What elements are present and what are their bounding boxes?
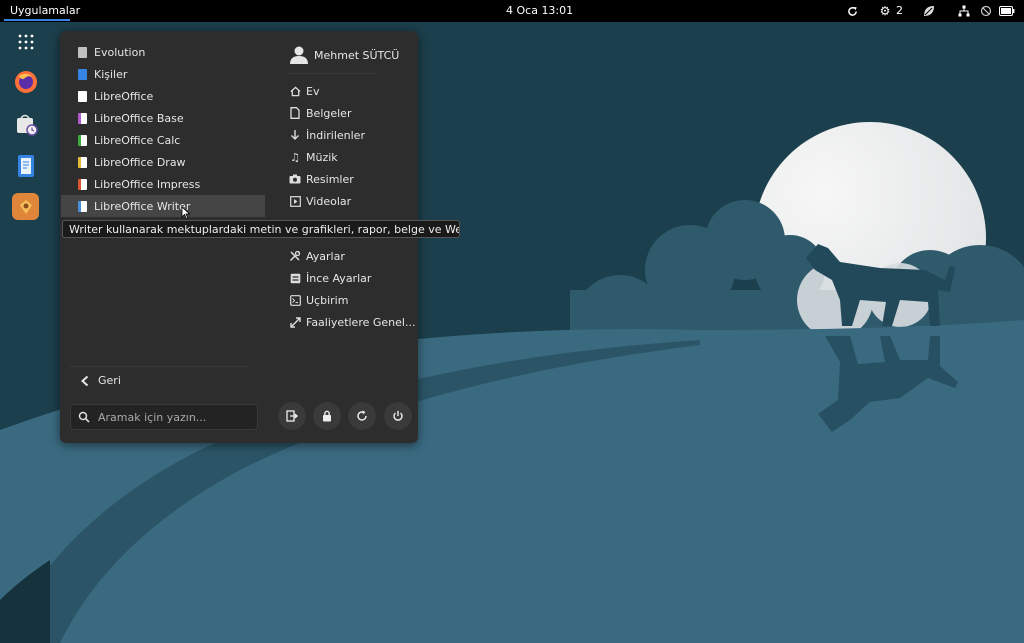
tool-label: Faaliyetlere Genel... <box>306 315 416 329</box>
firefox-icon[interactable] <box>12 68 39 95</box>
tool-terminal[interactable]: Uçbirim <box>289 289 348 311</box>
place-music[interactable]: ♫ Müzik <box>289 146 338 168</box>
tool-label: İnce Ayarlar <box>306 271 372 285</box>
logout-icon <box>286 410 298 422</box>
place-label: Müzik <box>306 150 338 164</box>
app-item-label: LibreOffice Draw <box>94 155 186 169</box>
notepad-icon[interactable] <box>12 152 39 179</box>
libreoffice-base-icon <box>78 112 87 124</box>
place-downloads[interactable]: İndirilenler <box>289 124 365 146</box>
place-pictures[interactable]: Resimler <box>289 168 354 190</box>
app-item-libreoffice-calc[interactable]: LibreOffice Calc <box>61 129 265 151</box>
search-icon <box>78 411 90 423</box>
app-description-tooltip: Writer kullanarak mektuplardaki metin ve… <box>62 220 460 238</box>
app-item-label: LibreOffice Impress <box>94 177 201 191</box>
app-item-contacts[interactable]: Kişiler <box>61 63 265 85</box>
clock[interactable]: 4 Oca 13:01 <box>506 4 573 18</box>
power-button[interactable] <box>384 402 412 430</box>
refresh-icon[interactable] <box>844 3 860 19</box>
tool-label: Ayarlar <box>306 249 345 263</box>
place-label: Belgeler <box>306 106 352 120</box>
lock-icon <box>323 410 331 422</box>
evolution-icon <box>78 46 87 58</box>
restart-icon <box>357 410 367 421</box>
user-avatar-icon <box>290 46 308 64</box>
app-item-evolution[interactable]: Evolution <box>61 41 265 63</box>
app-item-libreoffice-base[interactable]: LibreOffice Base <box>61 107 265 129</box>
app-item-label: Evolution <box>94 45 146 59</box>
search-input[interactable] <box>96 409 250 425</box>
power-icon <box>393 410 403 421</box>
grid-icon[interactable] <box>12 28 39 55</box>
divider <box>289 73 377 74</box>
libreoffice-draw-icon <box>78 156 87 168</box>
place-label: Ev <box>306 84 320 98</box>
mouse-pointer-icon <box>181 206 191 220</box>
mute-icon[interactable] <box>978 3 994 19</box>
lock-button[interactable] <box>313 402 341 430</box>
libreoffice-icon <box>78 90 87 102</box>
place-documents[interactable]: Belgeler <box>289 102 351 124</box>
music-icon: ♫ <box>290 150 300 164</box>
tool-settings[interactable]: Ayarlar <box>289 245 345 267</box>
app-item-label: Kişiler <box>94 67 128 81</box>
search-box[interactable] <box>70 404 258 430</box>
app-item-label: LibreOffice Writer <box>94 199 191 213</box>
app-item-libreoffice[interactable]: LibreOffice <box>61 85 265 107</box>
workspace-count[interactable]: 2 <box>896 4 903 18</box>
app-item-libreoffice-draw[interactable]: LibreOffice Draw <box>61 151 265 173</box>
place-label: Resimler <box>306 172 354 186</box>
dash <box>0 22 50 643</box>
restart-button[interactable] <box>348 402 376 430</box>
place-home[interactable]: Ev <box>289 80 319 102</box>
video-icon <box>289 195 301 207</box>
app-item-libreoffice-impress[interactable]: LibreOffice Impress <box>61 173 265 195</box>
libreoffice-impress-icon <box>78 178 87 190</box>
app-item-label: LibreOffice Base <box>94 111 184 125</box>
package-icon[interactable] <box>12 193 39 220</box>
network-icon[interactable] <box>956 3 972 19</box>
app-item-libreoffice-writer[interactable]: LibreOffice Writer <box>61 195 265 217</box>
libreoffice-calc-icon <box>78 134 87 146</box>
settings-icon <box>289 250 301 262</box>
applications-button[interactable]: Uygulamalar <box>10 4 80 18</box>
user-account[interactable]: Mehmet SÜTCÜ <box>289 45 399 65</box>
app-item-label: LibreOffice Calc <box>94 133 181 147</box>
back-label: Geri <box>98 374 121 387</box>
app-item-label: LibreOffice <box>94 89 154 103</box>
tool-activities-overview[interactable]: Faaliyetlere Genel... <box>289 311 415 333</box>
store-icon[interactable] <box>12 111 39 138</box>
home-icon <box>289 85 301 97</box>
logout-button[interactable] <box>278 402 306 430</box>
expand-icon <box>289 316 301 328</box>
place-videos[interactable]: Videolar <box>289 190 351 212</box>
terminal-icon <box>289 294 301 306</box>
back-button[interactable]: Geri <box>80 374 121 387</box>
download-icon <box>289 129 301 141</box>
libreoffice-writer-icon <box>78 200 87 212</box>
divider <box>70 366 248 367</box>
place-label: Videolar <box>306 194 352 208</box>
applications-active-indicator <box>4 19 70 21</box>
battery-icon[interactable] <box>998 3 1016 19</box>
document-icon <box>289 107 301 119</box>
tool-label: Uçbirim <box>306 293 349 307</box>
tool-tweaks[interactable]: İnce Ayarlar <box>289 267 371 289</box>
user-name: Mehmet SÜTCÜ <box>314 48 400 62</box>
leaf-icon[interactable] <box>921 3 937 19</box>
top-bar: Uygulamalar 4 Oca 13:01 ⚙ 2 <box>0 0 1024 22</box>
place-label: İndirilenler <box>306 128 365 142</box>
chevron-left-icon <box>81 375 89 386</box>
gear-icon[interactable]: ⚙ <box>879 3 891 19</box>
camera-icon <box>289 173 301 185</box>
contacts-icon <box>78 68 87 80</box>
tweaks-icon <box>289 272 301 284</box>
